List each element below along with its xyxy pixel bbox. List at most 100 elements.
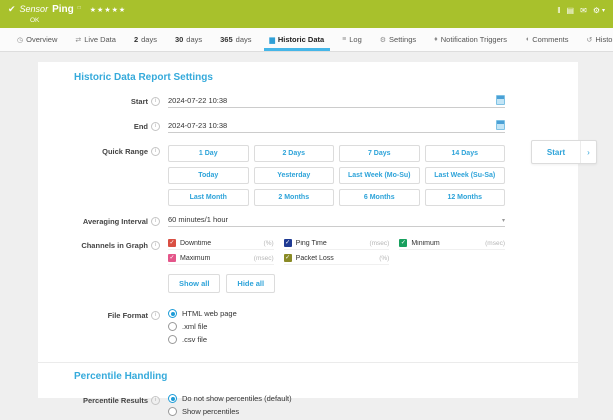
quick-range-button[interactable]: 6 Months (339, 189, 420, 206)
quick-range-button[interactable]: 12 Months (425, 189, 506, 206)
channel-checkbox-downtime[interactable]: ✓ Downtime (%) (168, 239, 274, 250)
radio-show-percentiles[interactable]: Show percentiles (168, 407, 505, 416)
radio-no-percentiles[interactable]: Do not show percentiles (default) (168, 394, 505, 403)
tab-365-days[interactable]: 365 days (211, 28, 260, 51)
channel-checkbox-minimum[interactable]: ✓ Minimum (msec) (399, 239, 505, 250)
averaging-interval-value: 60 minutes/1 hour (168, 215, 228, 224)
averaging-interval-select[interactable]: 60 minutes/1 hour ▾ (168, 215, 505, 227)
tab-label: Historic Data (278, 35, 324, 44)
tab-2-days[interactable]: 2 days (125, 28, 166, 51)
file-format-label: File Format (108, 311, 148, 320)
checkbox-checked-icon: ✓ (284, 254, 292, 262)
hide-all-button[interactable]: Hide all (226, 274, 275, 293)
quick-range-button[interactable]: Yesterday (254, 167, 335, 184)
report-icon[interactable]: ▤ (567, 6, 575, 15)
priority-stars[interactable]: ★★★★★ (90, 6, 126, 14)
tab-label: Live Data (84, 35, 116, 44)
settings-panel: Historic Data Report Settings Starti 202… (38, 62, 578, 398)
info-icon[interactable]: i (151, 311, 160, 320)
quick-range-button[interactable]: Last Month (168, 189, 249, 206)
calendar-icon[interactable] (496, 120, 505, 130)
history-icon: ↺ (587, 36, 593, 44)
channel-checkbox-packet-loss[interactable]: ✓ Packet Loss (%) (284, 254, 390, 265)
info-icon[interactable]: i (151, 241, 160, 250)
info-icon[interactable]: i (151, 97, 160, 106)
averaging-interval-row: Averaging Intervali 60 minutes/1 hour ▾ (38, 215, 578, 227)
status-check-icon: ✔ (8, 4, 16, 15)
section-divider (38, 362, 578, 363)
tab-30-days[interactable]: 30 days (166, 28, 211, 51)
tab-historic-data[interactable]: ▆ Historic Data (261, 28, 334, 51)
tab-overview[interactable]: ◷ Overview (8, 28, 66, 51)
caret-down-icon[interactable]: ▾ (602, 7, 605, 14)
sensor-name: Ping (52, 4, 74, 15)
bell-icon: ♦ (434, 36, 438, 43)
tab-history[interactable]: ↺ History (578, 28, 613, 51)
comment-icon: ◖ (525, 36, 529, 43)
channel-unit: (msec) (369, 240, 389, 247)
mail-icon[interactable]: ✉ (580, 6, 587, 15)
start-report-button[interactable]: Start › (531, 140, 597, 164)
radio-selected-icon (168, 394, 177, 403)
percentile-section-title: Percentile Handling (74, 371, 578, 382)
radio-html-web-page[interactable]: HTML web page (168, 309, 505, 318)
quick-range-button[interactable]: Last Week (Mo-Su) (339, 167, 420, 184)
info-icon[interactable]: i (151, 217, 160, 226)
radio-label: HTML web page (182, 309, 237, 318)
info-icon[interactable]: i (151, 122, 160, 131)
tab-bar: ◷ Overview ⇄ Live Data 2 days 30 days 36… (0, 28, 613, 52)
gear-icon: ⚙ (380, 36, 386, 44)
quick-range-button[interactable]: Today (168, 167, 249, 184)
start-row: Starti 2024-07-22 10:38 (38, 95, 578, 108)
quick-range-row: Quick Rangei 1 Day 2 Days 7 Days 14 Days… (38, 145, 578, 206)
chevron-right-icon: › (580, 141, 596, 163)
end-date-input[interactable]: 2024-07-23 10:38 (168, 120, 505, 133)
gauge-icon: ◷ (17, 36, 23, 44)
tab-label: days (236, 35, 252, 44)
checkbox-checked-icon: ✓ (168, 254, 176, 262)
radio-unselected-icon (168, 407, 177, 416)
channel-checkbox-maximum[interactable]: ✓ Maximum (msec) (168, 254, 274, 265)
radio-unselected-icon (168, 335, 177, 344)
channels-label: Channels in Graph (81, 241, 148, 250)
tab-log[interactable]: ≡ Log (333, 28, 371, 51)
radio-label: .csv file (182, 335, 207, 344)
info-icon[interactable]: i (151, 147, 160, 156)
quick-range-button[interactable]: 1 Day (168, 145, 249, 162)
tab-notification-triggers[interactable]: ♦ Notification Triggers (425, 28, 516, 51)
radio-xml-file[interactable]: .xml file (168, 322, 505, 331)
percentile-results-row: Percentile Resultsi Do not show percenti… (38, 394, 578, 420)
bar-chart-icon: ▆ (270, 36, 275, 44)
radio-selected-icon (168, 309, 177, 318)
tab-number: 365 (220, 35, 233, 44)
channel-checkbox-ping-time[interactable]: ✓ Ping Time (msec) (284, 239, 390, 250)
quick-range-button[interactable]: Last Week (Su-Sa) (425, 167, 506, 184)
end-date-value: 2024-07-23 10:38 (168, 121, 227, 130)
tab-settings[interactable]: ⚙ Settings (371, 28, 425, 51)
end-label: End (134, 122, 148, 131)
pause-icon[interactable]: ‖ (557, 6, 560, 15)
tab-live-data[interactable]: ⇄ Live Data (66, 28, 125, 51)
page-body: Historic Data Report Settings Starti 202… (0, 52, 613, 406)
quick-range-button[interactable]: 14 Days (425, 145, 506, 162)
show-all-button[interactable]: Show all (168, 274, 220, 293)
tab-number: 30 (175, 35, 183, 44)
channels-row: Channels in Graphi ✓ Downtime (%) ✓ Ping… (38, 239, 578, 293)
quick-range-button[interactable]: 7 Days (339, 145, 420, 162)
calendar-icon[interactable] (496, 95, 505, 105)
radio-csv-file[interactable]: .csv file (168, 335, 505, 344)
channel-name: Ping Time (296, 240, 366, 247)
channel-name: Downtime (180, 240, 260, 247)
channel-name: Packet Loss (296, 255, 376, 262)
tab-label: Log (349, 35, 362, 44)
info-icon[interactable]: i (151, 396, 160, 405)
quick-range-button[interactable]: 2 Days (254, 145, 335, 162)
tab-label: History (595, 35, 613, 44)
settings-icon[interactable]: ⚙ (593, 6, 600, 15)
quick-range-button[interactable]: 2 Months (254, 189, 335, 206)
radio-unselected-icon (168, 322, 177, 331)
start-date-input[interactable]: 2024-07-22 10:38 (168, 95, 505, 108)
tab-label: Settings (389, 35, 416, 44)
channel-unit: (%) (264, 240, 274, 247)
tab-comments[interactable]: ◖ Comments (516, 28, 578, 51)
